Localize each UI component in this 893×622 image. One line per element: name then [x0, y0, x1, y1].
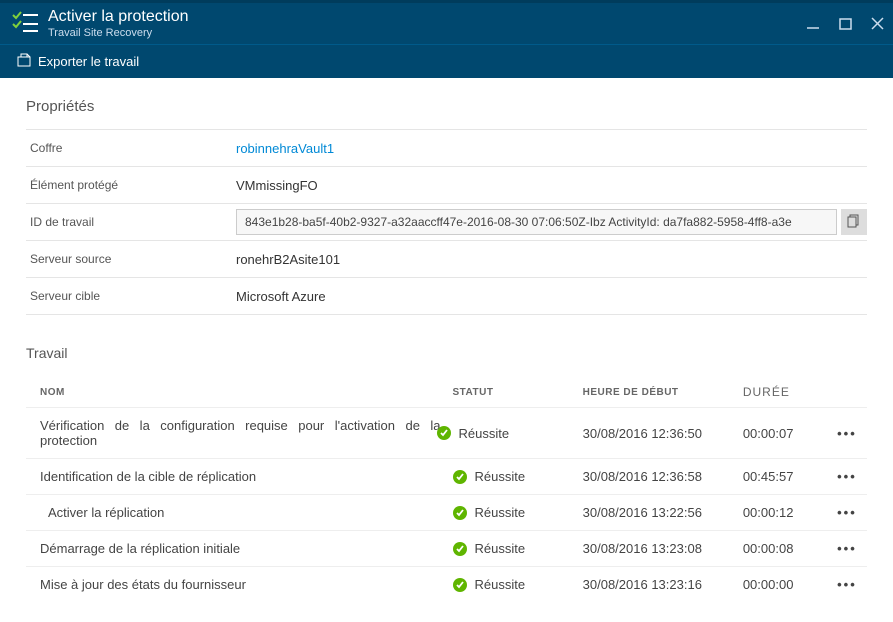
table-row[interactable]: Identification de la cible de réplicatio…	[26, 459, 867, 495]
row-menu-button[interactable]: •••	[827, 459, 867, 495]
job-name: Mise à jour des états du fournisseur	[26, 567, 447, 603]
success-icon	[453, 542, 467, 556]
window-subtitle: Travail Site Recovery	[48, 27, 189, 40]
export-job-button[interactable]: Exporter le travail	[16, 52, 139, 71]
ellipsis-icon: •••	[837, 469, 857, 484]
job-status: Réussite	[447, 408, 577, 459]
prop-label-protected: Élément protégé	[26, 178, 236, 192]
job-status: Réussite	[447, 459, 577, 495]
success-icon	[437, 426, 451, 440]
export-icon	[16, 52, 32, 71]
job-start-time: 30/08/2016 13:23:16	[577, 567, 737, 603]
col-start[interactable]: HEURE DE DÉBUT	[577, 377, 737, 408]
vault-link[interactable]: robinnehraVault1	[236, 141, 334, 156]
job-name: Vérification de la configuration requise…	[26, 408, 447, 459]
toolbar: Exporter le travail	[0, 44, 893, 78]
row-menu-button[interactable]: •••	[827, 531, 867, 567]
row-menu-button[interactable]: •••	[827, 408, 867, 459]
table-row[interactable]: Mise à jour des états du fournisseurRéus…	[26, 567, 867, 603]
job-duration: 00:00:07	[737, 408, 827, 459]
col-status[interactable]: STATUT	[447, 377, 577, 408]
ellipsis-icon: •••	[837, 541, 857, 556]
maximize-button[interactable]	[839, 17, 853, 34]
copy-icon	[847, 214, 861, 231]
job-start-time: 30/08/2016 12:36:50	[577, 408, 737, 459]
job-status: Réussite	[447, 567, 577, 603]
prop-label-vault: Coffre	[26, 141, 236, 155]
window-title: Activer la protection	[48, 7, 189, 26]
job-start-time: 30/08/2016 13:23:08	[577, 531, 737, 567]
col-name[interactable]: NOM	[26, 377, 447, 408]
job-duration: 00:45:57	[737, 459, 827, 495]
row-menu-button[interactable]: •••	[827, 495, 867, 531]
success-icon	[453, 470, 467, 484]
prop-value-source: ronehrB2Asite101	[236, 252, 867, 267]
job-id-field[interactable]	[236, 209, 837, 235]
prop-value-target: Microsoft Azure	[236, 289, 867, 304]
prop-value-protected: VMmissingFO	[236, 178, 867, 193]
prop-label-target: Serveur cible	[26, 289, 236, 303]
ellipsis-icon: •••	[837, 505, 857, 520]
export-label: Exporter le travail	[38, 54, 139, 69]
title-bar: Activer la protection Travail Site Recov…	[0, 0, 893, 44]
checklist-icon	[12, 11, 38, 36]
copy-button[interactable]	[841, 209, 867, 235]
properties-table: Coffre robinnehraVault1 Élément protégé …	[26, 129, 867, 315]
table-row[interactable]: Activer la réplicationRéussite30/08/2016…	[26, 495, 867, 531]
job-status: Réussite	[447, 531, 577, 567]
success-icon	[453, 578, 467, 592]
job-name: Démarrage de la réplication initiale	[26, 531, 447, 567]
properties-heading: Propriétés	[26, 98, 867, 115]
table-row[interactable]: Démarrage de la réplication initialeRéus…	[26, 531, 867, 567]
job-start-time: 30/08/2016 13:22:56	[577, 495, 737, 531]
job-duration: 00:00:00	[737, 567, 827, 603]
close-button[interactable]	[871, 17, 885, 34]
prop-label-source: Serveur source	[26, 252, 236, 266]
ellipsis-icon: •••	[837, 577, 857, 592]
job-name: Activer la réplication	[26, 495, 447, 531]
job-duration: 00:00:12	[737, 495, 827, 531]
success-icon	[453, 506, 467, 520]
job-start-time: 30/08/2016 12:36:58	[577, 459, 737, 495]
table-row[interactable]: Vérification de la configuration requise…	[26, 408, 867, 459]
job-status: Réussite	[447, 495, 577, 531]
minimize-button[interactable]	[807, 17, 821, 34]
col-duration[interactable]: DURÉE	[737, 377, 827, 408]
ellipsis-icon: •••	[837, 426, 857, 441]
jobs-table: NOM STATUT HEURE DE DÉBUT DURÉE Vérifica…	[26, 377, 867, 602]
job-name: Identification de la cible de réplicatio…	[26, 459, 447, 495]
prop-label-jobid: ID de travail	[26, 215, 236, 229]
row-menu-button[interactable]: •••	[827, 567, 867, 603]
jobs-heading: Travail	[26, 345, 867, 361]
job-duration: 00:00:08	[737, 531, 827, 567]
